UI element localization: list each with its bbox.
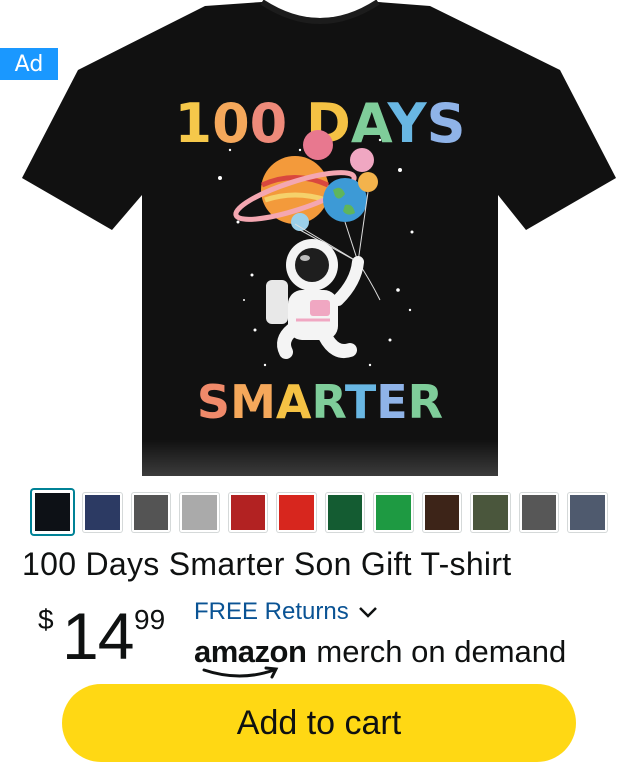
color-swatches xyxy=(32,484,607,540)
free-returns-label: FREE Returns xyxy=(194,598,349,625)
merch-on-demand-brand: amazon merch on demand xyxy=(194,634,567,679)
chevron-down-icon xyxy=(358,607,377,618)
price-symbol: $ xyxy=(38,604,54,635)
product-image[interactable]: 100 DAYS SMARTER xyxy=(0,0,637,480)
amazon-wordmark: amazon xyxy=(194,634,307,669)
amazon-smile-icon xyxy=(202,666,279,679)
color-swatch-silver[interactable] xyxy=(180,492,219,532)
color-swatch-cranberry[interactable] xyxy=(228,492,268,532)
color-swatch-brown[interactable] xyxy=(422,492,462,532)
color-swatch-red[interactable] xyxy=(277,492,316,532)
color-swatch-heather-grey[interactable] xyxy=(519,492,559,532)
shirt-text-bottom: SMARTER xyxy=(197,375,443,429)
add-to-cart-button[interactable]: Add to cart xyxy=(62,684,576,762)
color-swatch-green[interactable] xyxy=(374,492,413,532)
price-fraction: 99 xyxy=(134,604,166,635)
merch-on-demand-text: merch on demand xyxy=(316,634,567,669)
color-swatch-navy[interactable] xyxy=(83,492,122,532)
color-swatch-dark-heather[interactable] xyxy=(131,492,171,532)
ad-badge: Ad xyxy=(0,48,58,80)
amazon-logo: amazon xyxy=(194,634,307,679)
color-swatch-kelly-green[interactable] xyxy=(325,492,365,532)
color-swatch-slate[interactable] xyxy=(568,492,607,532)
price-whole: 14 xyxy=(62,599,134,673)
free-returns-link[interactable]: FREE Returns xyxy=(194,598,379,626)
color-swatch-black[interactable] xyxy=(32,490,74,534)
color-swatch-olive[interactable] xyxy=(471,492,510,532)
product-title[interactable]: 100 Days Smarter Son Gift T-shirt xyxy=(22,546,622,583)
